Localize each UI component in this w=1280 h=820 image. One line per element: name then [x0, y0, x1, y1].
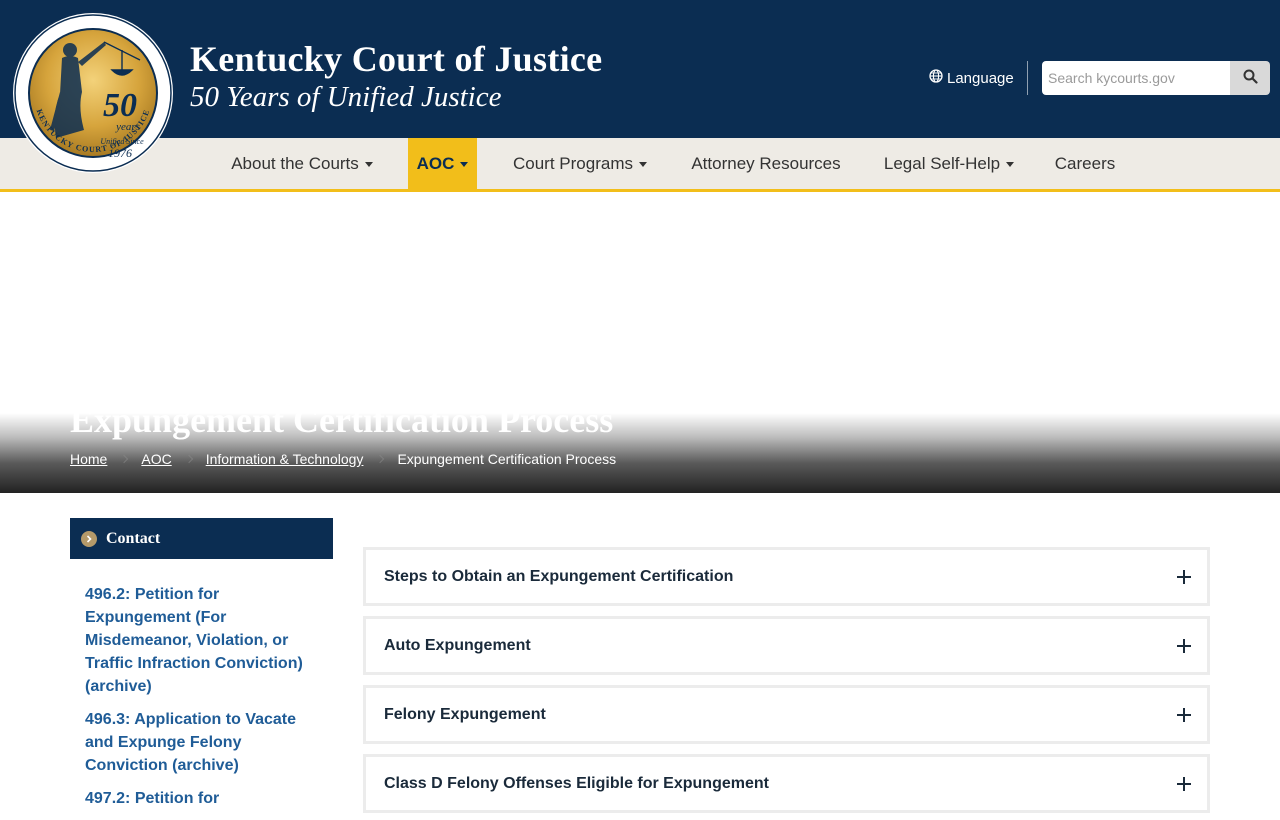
accordion-auto-expungement[interactable]: Auto Expungement: [363, 616, 1210, 675]
accordion-title: Class D Felony Offenses Eligible for Exp…: [384, 774, 769, 792]
caret-down-icon: [364, 162, 373, 167]
breadcrumb-home[interactable]: Home: [70, 451, 107, 467]
accordion-title: Steps to Obtain an Expungement Certifica…: [384, 567, 734, 585]
page-title: Expungement Certification Process: [70, 400, 614, 440]
sidebar-header-label: Contact: [106, 529, 161, 547]
language-label: Language: [947, 69, 1014, 87]
caret-down-icon: [1006, 162, 1015, 167]
caret-down-icon: [460, 162, 469, 167]
globe-icon: [929, 69, 943, 87]
nav-item-label: Court Programs: [513, 153, 633, 173]
search-button[interactable]: [1230, 61, 1270, 95]
nav-item-about-the-courts[interactable]: About the Courts: [218, 138, 386, 189]
sidebar-links: 496.2: Petition for Expungement (For Mis…: [85, 583, 325, 820]
header-divider: [1027, 61, 1028, 95]
main-nav: About the Courts AOC Court Programs Atto…: [0, 138, 1280, 192]
sidebar-link-496-3[interactable]: 496.3: Application to Vacate and Expunge…: [85, 708, 325, 777]
language-button[interactable]: Language: [929, 68, 1014, 88]
seal-number: 50: [103, 87, 137, 124]
nav-item-label: Attorney Resources: [691, 153, 841, 173]
caret-down-icon: [638, 162, 647, 167]
plus-icon: [1177, 707, 1191, 722]
breadcrumb-information-technology[interactable]: Information & Technology: [206, 451, 364, 467]
site-subtitle: 50 Years of Unified Justice: [190, 81, 502, 113]
nav-item-attorney-resources[interactable]: Attorney Resources: [680, 138, 852, 189]
breadcrumb-separator-icon: [376, 454, 385, 464]
nav-item-court-programs[interactable]: Court Programs: [500, 138, 660, 189]
sidebar-link-497-2[interactable]: 497.2: Petition for: [85, 787, 325, 810]
chevron-right-icon: [81, 530, 97, 547]
nav-item-careers[interactable]: Careers: [1045, 138, 1125, 189]
court-seal-logo[interactable]: 50 years Unified Since 1976 KENTUCKY COU…: [12, 12, 174, 174]
breadcrumb-aoc[interactable]: AOC: [141, 451, 171, 467]
hero-banner: Expungement Certification Process Home A…: [0, 193, 1280, 493]
sidebar-link-496-2[interactable]: 496.2: Petition for Expungement (For Mis…: [85, 583, 325, 698]
plus-icon: [1177, 569, 1191, 584]
accordion-title: Felony Expungement: [384, 705, 546, 723]
accordion-felony-expungement[interactable]: Felony Expungement: [363, 685, 1210, 744]
site-header: Kentucky Court of Justice 50 Years of Un…: [0, 0, 1280, 138]
search-box: [1042, 61, 1270, 95]
nav-item-label: AOC: [416, 153, 455, 173]
site-title[interactable]: Kentucky Court of Justice: [190, 38, 602, 80]
nav-item-label: About the Courts: [231, 153, 359, 173]
breadcrumb: Home AOC Information & Technology Expung…: [70, 451, 616, 467]
breadcrumb-current: Expungement Certification Process: [397, 451, 617, 467]
nav-item-legal-self-help[interactable]: Legal Self-Help: [873, 138, 1025, 189]
accordion-title: Auto Expungement: [384, 636, 531, 654]
nav-item-aoc[interactable]: AOC: [408, 138, 477, 189]
sidebar-contact-header[interactable]: Contact: [70, 518, 333, 559]
nav-item-label: Careers: [1054, 153, 1116, 173]
plus-icon: [1177, 776, 1191, 791]
nav-item-label: Legal Self-Help: [883, 153, 1001, 173]
accordion-steps-to-obtain[interactable]: Steps to Obtain an Expungement Certifica…: [363, 547, 1210, 606]
search-icon: [1243, 69, 1258, 87]
accordion-class-d-felony[interactable]: Class D Felony Offenses Eligible for Exp…: [363, 754, 1210, 813]
breadcrumb-separator-icon: [184, 454, 193, 464]
plus-icon: [1177, 638, 1191, 653]
breadcrumb-separator-icon: [120, 454, 129, 464]
search-input[interactable]: [1042, 61, 1230, 95]
